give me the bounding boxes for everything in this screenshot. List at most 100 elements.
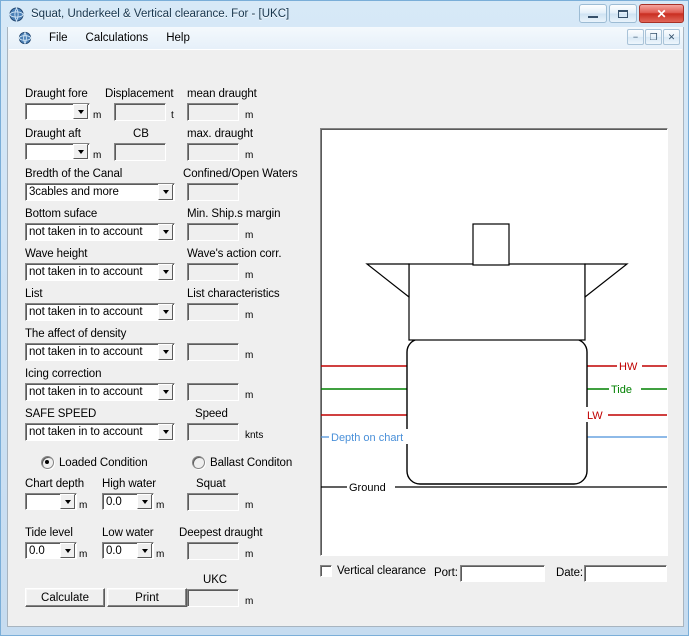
chevron-down-icon[interactable] [60, 543, 75, 558]
label-mean-draught: mean draught [187, 88, 257, 100]
document-icon[interactable] [18, 31, 32, 45]
combo-icing-correction[interactable]: not taken in to account [25, 383, 175, 401]
label-confined-open-waters: Confined/Open Waters [183, 168, 298, 180]
field-max-draught [187, 143, 239, 161]
chevron-down-icon[interactable] [158, 224, 173, 240]
chevron-down-icon[interactable] [158, 424, 173, 440]
field-squat [187, 493, 239, 511]
field-density-correction [187, 343, 239, 361]
unit-tide-level: m [79, 549, 88, 560]
field-mean-draught [187, 103, 239, 121]
combo-draught-fore[interactable] [25, 103, 90, 120]
chevron-down-icon[interactable] [73, 104, 88, 119]
unit-high-water: m [156, 500, 165, 511]
field-displacement[interactable] [114, 103, 166, 121]
window-controls: ✕ [579, 4, 684, 23]
combo-icing-correction-value: not taken in to account [29, 386, 143, 398]
chevron-down-icon[interactable] [158, 304, 173, 320]
unit-min-ships-margin: m [245, 230, 254, 241]
ship-funnel [472, 223, 510, 266]
print-button[interactable]: Print [107, 588, 187, 607]
label-displacement: Displacement [105, 88, 174, 100]
svg-text:Tide: Tide [611, 384, 632, 396]
unit-low-water: m [156, 549, 165, 560]
combo-high-water[interactable]: 0.0 [102, 493, 154, 510]
diagram-label-lw: LW [585, 407, 608, 422]
chevron-down-icon[interactable] [137, 494, 152, 509]
chevron-down-icon[interactable] [60, 494, 75, 509]
combo-tide-level-value: 0.0 [29, 544, 45, 557]
vertical-clearance-checkbox[interactable]: Vertical clearance [320, 565, 426, 577]
label-draught-aft: Draught aft [25, 128, 81, 140]
chevron-down-icon[interactable] [73, 144, 88, 159]
label-cb: CB [133, 128, 149, 140]
label-min-ships-margin: Min. Ship.s margin [187, 208, 281, 220]
checkbox-icon [320, 565, 332, 577]
combo-low-water-value: 0.0 [106, 544, 122, 557]
ship-bridge-wing-port [365, 263, 410, 299]
svg-text:Depth on chart: Depth on chart [331, 432, 403, 444]
field-date[interactable] [584, 565, 667, 582]
combo-low-water[interactable]: 0.0 [102, 542, 154, 559]
field-speed [187, 423, 239, 441]
label-chart-depth: Chart depth [25, 478, 84, 490]
radio-loaded-condition[interactable]: Loaded Condition [41, 456, 148, 469]
unit-ukc: m [245, 596, 254, 607]
mdi-minimize-button[interactable]: − [627, 29, 644, 45]
combo-list[interactable]: not taken in to account [25, 303, 175, 321]
label-icing-correction: Icing correction [25, 368, 102, 380]
radio-dot-icon [41, 456, 54, 469]
label-wave-height: Wave height [25, 248, 88, 260]
label-low-water: Low water [102, 527, 154, 539]
ukc-diagram-picturebox: HW Tide LW Depth on chart Ground [320, 128, 668, 556]
combo-chart-depth[interactable] [25, 493, 77, 510]
combo-list-value: not taken in to account [29, 306, 143, 318]
label-bottom-surface: Bottom sufaсe [25, 208, 98, 220]
field-cb[interactable] [114, 143, 166, 161]
menu-bar: File Calculations Help − ❐ ✕ [8, 27, 683, 49]
maximize-button[interactable] [609, 4, 637, 23]
svg-text:LW: LW [587, 410, 603, 422]
combo-bredth-canal[interactable]: 3cables and more [25, 183, 175, 201]
unit-icing-correction-result: m [245, 390, 254, 401]
combo-wave-height-value: not taken in to account [29, 266, 143, 278]
calculate-button[interactable]: Calculate [25, 588, 105, 607]
unit-waves-action-corr: m [245, 270, 254, 281]
chevron-down-icon[interactable] [137, 543, 152, 558]
combo-affect-density[interactable]: not taken in to account [25, 343, 175, 361]
label-port: Port: [434, 567, 458, 579]
chevron-down-icon[interactable] [158, 384, 173, 400]
combo-affect-density-value: not taken in to account [29, 346, 143, 358]
mdi-close-button[interactable]: ✕ [663, 29, 680, 45]
chevron-down-icon[interactable] [158, 344, 173, 360]
mdi-restore-button[interactable]: ❐ [645, 29, 662, 45]
menu-item-help[interactable]: Help [157, 30, 199, 46]
menu-item-file[interactable]: File [40, 30, 77, 46]
combo-tide-level[interactable]: 0.0 [25, 542, 77, 559]
radio-ballast-condition[interactable]: Ballast Conditon [192, 456, 292, 469]
combo-wave-height[interactable]: not taken in to account [25, 263, 175, 281]
combo-bottom-surface[interactable]: not taken in to account [25, 223, 175, 241]
label-high-water: High water [102, 478, 156, 490]
minimize-button[interactable] [579, 4, 607, 23]
combo-draught-aft[interactable] [25, 143, 90, 160]
label-deepest-draught: Deepest draught [179, 527, 263, 539]
menu-item-calculations[interactable]: Calculations [77, 30, 158, 46]
label-list-characteristics: List characteristics [187, 288, 280, 300]
field-list-characteristics [187, 303, 239, 321]
close-button[interactable]: ✕ [639, 4, 684, 23]
field-deepest-draught [187, 542, 239, 560]
label-date: Date: [556, 567, 583, 579]
unit-draught-fore: m [93, 110, 102, 121]
field-port[interactable] [460, 565, 545, 582]
mdi-client-area: File Calculations Help − ❐ ✕ Draught for… [7, 27, 684, 627]
combo-safe-speed[interactable]: not taken in to account [25, 423, 175, 441]
chevron-down-icon[interactable] [158, 264, 173, 280]
chevron-down-icon[interactable] [158, 184, 173, 200]
ukc-diagram-svg: HW Tide LW Depth on chart Ground [321, 223, 667, 494]
title-bar[interactable]: Squat, Underkeel & Vertical clearance. F… [1, 1, 688, 27]
ship-superstructure [408, 263, 586, 341]
diagram-label-tide: Tide [609, 381, 641, 396]
unit-density-correction: m [245, 350, 254, 361]
print-button-label: Print [135, 591, 159, 604]
